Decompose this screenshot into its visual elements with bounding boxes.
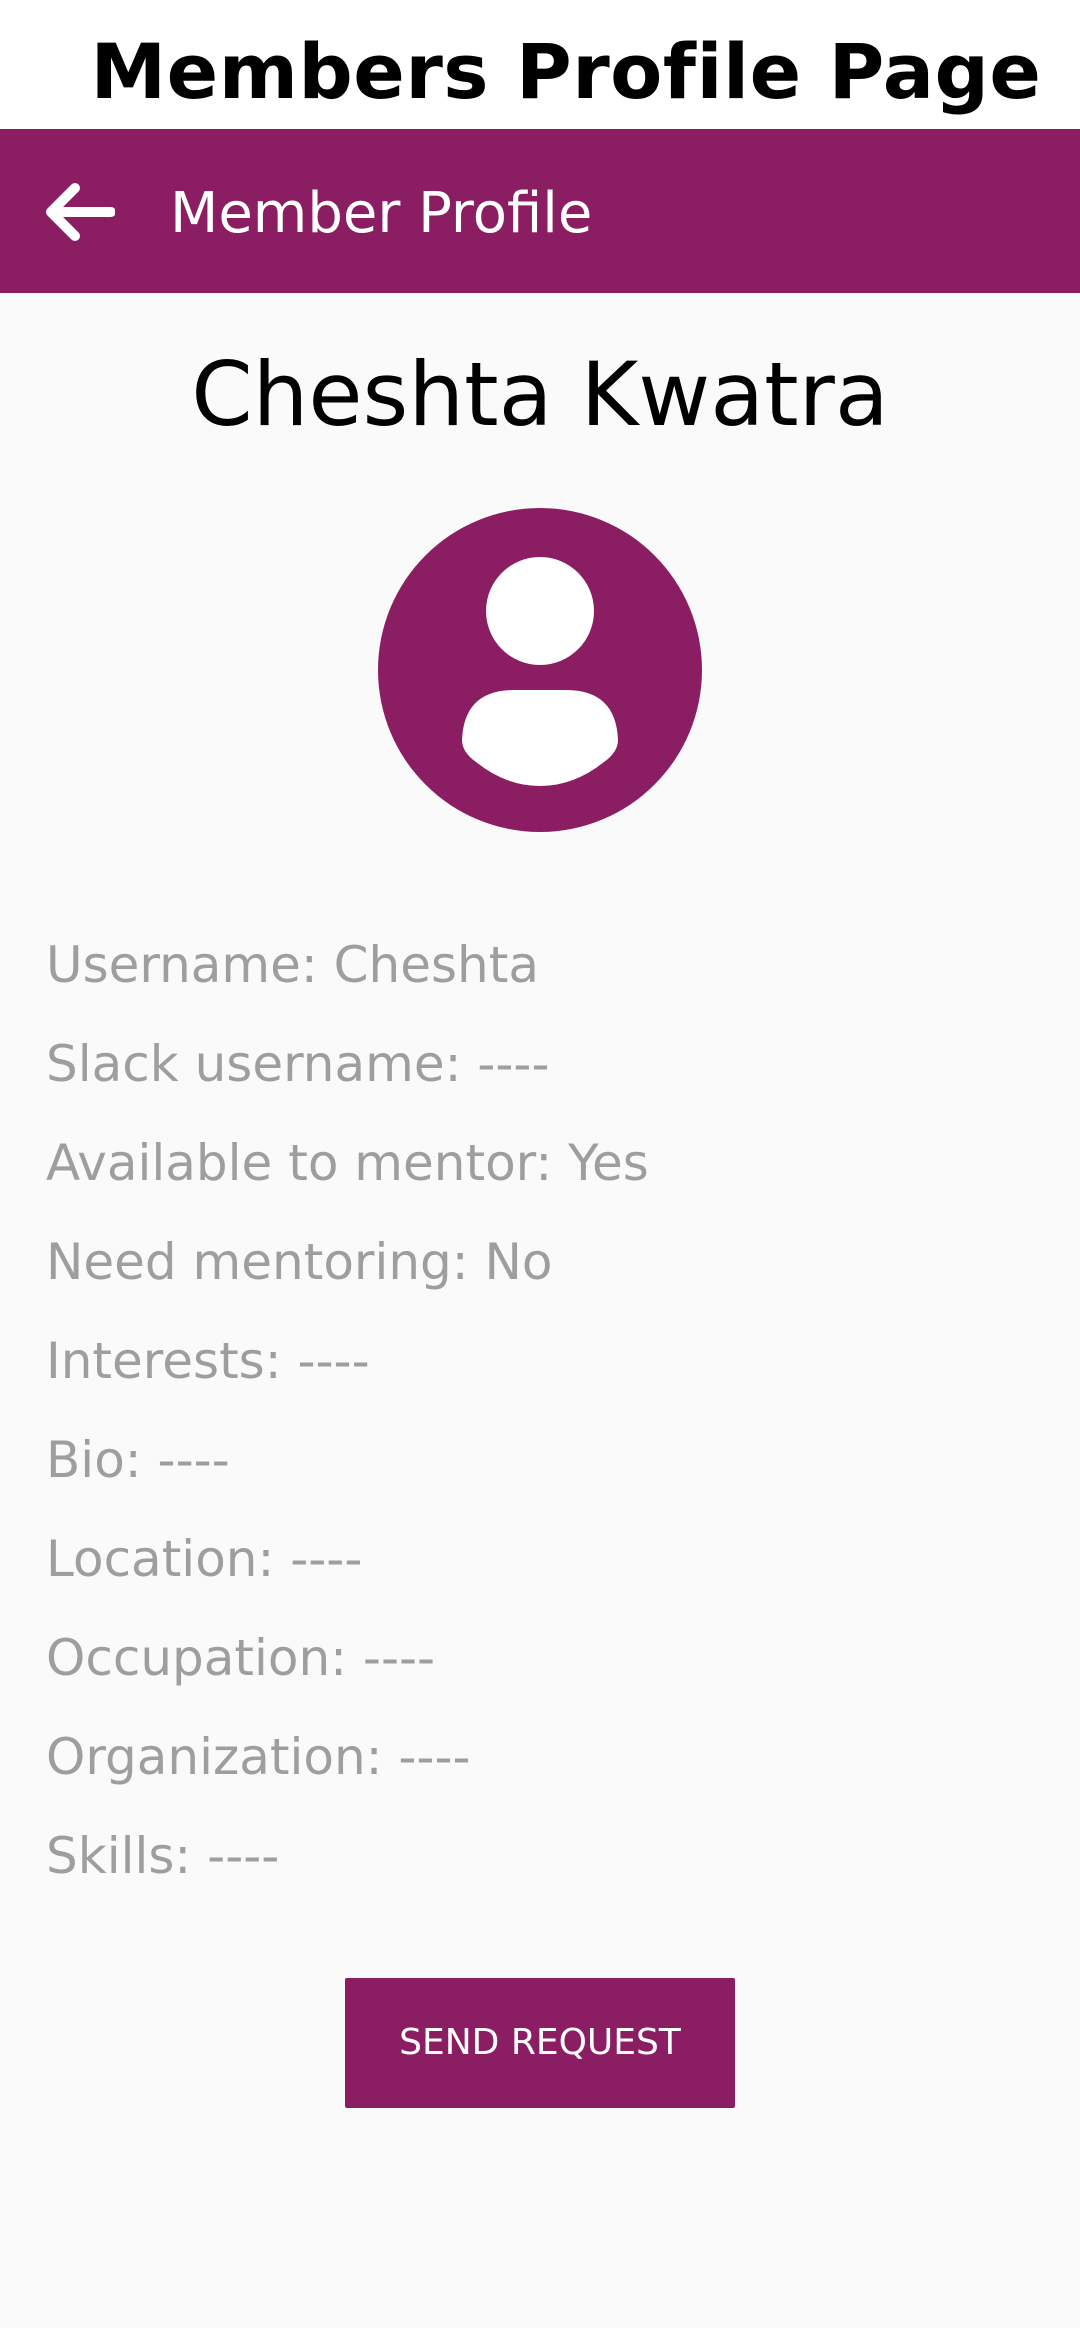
detail-occupation: Occupation: ---- xyxy=(46,1629,436,1687)
member-name: Cheshta Kwatra xyxy=(191,343,889,446)
detail-organization: Organization: ---- xyxy=(46,1728,471,1786)
detail-bio: Bio: ---- xyxy=(46,1431,230,1489)
detail-slack-username: Slack username: ---- xyxy=(46,1035,550,1093)
app-bar-title: Member Profile xyxy=(170,181,593,246)
account-circle-icon xyxy=(378,508,702,832)
arrow-back-icon xyxy=(46,183,115,241)
page-heading: Members Profile Page xyxy=(90,27,1042,116)
profile-details: Username: Cheshta Slack username: ---- A… xyxy=(46,916,1046,1906)
send-request-button[interactable]: SEND REQUEST xyxy=(345,1978,735,2108)
detail-need-mentoring: Need mentoring: No xyxy=(46,1233,553,1291)
detail-interests: Interests: ---- xyxy=(46,1332,370,1390)
detail-available-to-mentor: Available to mentor: Yes xyxy=(46,1134,649,1192)
detail-location: Location: ---- xyxy=(46,1530,363,1588)
back-button[interactable] xyxy=(28,167,128,257)
detail-skills: Skills: ---- xyxy=(46,1827,280,1885)
app-bar: Member Profile xyxy=(0,129,1080,293)
detail-username: Username: Cheshta xyxy=(46,936,539,994)
page-heading-banner: Members Profile Page xyxy=(0,0,1080,129)
